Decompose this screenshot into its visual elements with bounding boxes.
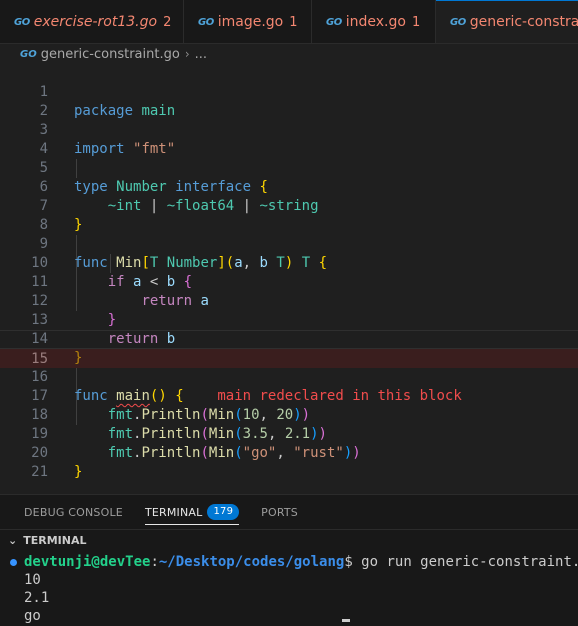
go-file-icon: GO bbox=[20, 48, 37, 60]
tab-debug-console[interactable]: DEBUG CONSOLE bbox=[24, 495, 123, 529]
section-title: TERMINAL bbox=[23, 534, 87, 547]
breadcrumb-more[interactable]: ... bbox=[195, 47, 207, 62]
code-line: 18 fmt.Println(Min(3.5, 2.1)) bbox=[0, 387, 578, 442]
chevron-down-icon: ⌄ bbox=[8, 534, 18, 547]
terminal-output-line: 2.1 bbox=[24, 590, 50, 606]
terminal-output-line: 10 bbox=[24, 572, 41, 588]
code-line-error: 16 func main() { main redeclared in this… bbox=[0, 349, 578, 404]
code-line: 7 } bbox=[0, 178, 578, 233]
code-line: 9 func Min[T Number](a, b T) T { bbox=[0, 216, 578, 271]
tab-label: PORTS bbox=[261, 505, 298, 519]
code-line: 2 bbox=[0, 83, 578, 119]
code-line: 19 fmt.Println(Min("go", "rust")) bbox=[0, 406, 578, 461]
code-line: 17 fmt.Println(Min(10, 20)) bbox=[0, 368, 578, 423]
code-line: 10 if a < b { bbox=[0, 235, 578, 290]
tab-index[interactable]: GO index.go 1 bbox=[312, 0, 436, 43]
terminal-prompt-line: devtunji@devTee:~/Desktop/codes/golang$ … bbox=[24, 554, 578, 570]
tab-label: exercise-rot13.go bbox=[33, 14, 158, 30]
chevron-right-icon: › bbox=[184, 47, 190, 61]
tab-label: TERMINAL bbox=[144, 505, 203, 519]
go-file-icon: GO bbox=[450, 16, 466, 28]
code-line: 20 } bbox=[0, 425, 578, 480]
command-decoration-icon[interactable] bbox=[10, 559, 17, 566]
tab-ports[interactable]: PORTS bbox=[261, 495, 298, 529]
go-file-icon: GO bbox=[14, 16, 30, 28]
breadcrumb: GO generic-constraint.go › ... bbox=[0, 44, 578, 64]
panel-tabs: DEBUG CONSOLE TERMINAL 179 PORTS bbox=[0, 495, 578, 529]
code-line: 6 ~int | ~float64 | ~string bbox=[0, 159, 578, 214]
tab-label: DEBUG CONSOLE bbox=[24, 505, 123, 519]
terminal-output[interactable]: devtunji@devTee:~/Desktop/codes/golang$ … bbox=[0, 553, 578, 626]
go-file-icon: GO bbox=[326, 16, 342, 28]
code-line: 5 type Number interface { bbox=[0, 140, 578, 195]
code-line: 1 package main bbox=[0, 64, 578, 119]
code-editor[interactable]: 1 package main 2 3 import "fmt" 4 5 type… bbox=[0, 64, 578, 480]
terminal-cursor bbox=[342, 619, 350, 622]
code-line: 11 return a bbox=[0, 254, 578, 309]
terminal-output-line: go bbox=[24, 608, 41, 624]
terminal-count-badge: 179 bbox=[207, 504, 240, 520]
tab-generic-constraint[interactable]: GO generic-constraint.go bbox=[436, 0, 578, 43]
tab-exercise-rot13[interactable]: GO exercise-rot13.go 2 bbox=[0, 0, 184, 43]
code-line: 12 } bbox=[0, 273, 578, 328]
code-line: 13 return b bbox=[0, 292, 578, 347]
code-line: 4 bbox=[0, 121, 578, 157]
code-line: 3 import "fmt" bbox=[0, 102, 578, 157]
problem-count: 1 bbox=[289, 14, 298, 30]
terminal-section-header[interactable]: ⌄ TERMINAL bbox=[0, 529, 578, 551]
tab-label: image.go bbox=[217, 14, 284, 30]
tab-image[interactable]: GO image.go 1 bbox=[184, 0, 312, 43]
breadcrumb-file[interactable]: generic-constraint.go bbox=[41, 47, 180, 62]
tab-label: generic-constraint.go bbox=[469, 14, 578, 30]
tab-terminal[interactable]: TERMINAL 179 bbox=[144, 495, 240, 529]
code-line: 14 } bbox=[0, 311, 578, 366]
problem-count: 2 bbox=[163, 14, 172, 30]
code-line: 21 bbox=[0, 444, 578, 480]
problem-count: 1 bbox=[411, 14, 421, 30]
editor-tab-bar: GO exercise-rot13.go 2 GO image.go 1 GO … bbox=[0, 0, 578, 44]
bottom-panel: DEBUG CONSOLE TERMINAL 179 PORTS ⌄ TERMI… bbox=[0, 494, 578, 626]
tab-label: index.go bbox=[345, 14, 406, 30]
code-line: 8 bbox=[0, 197, 578, 233]
line-number: 21 bbox=[31, 464, 48, 480]
code-line-current: 15 bbox=[0, 330, 578, 367]
go-file-icon: GO bbox=[198, 16, 214, 28]
